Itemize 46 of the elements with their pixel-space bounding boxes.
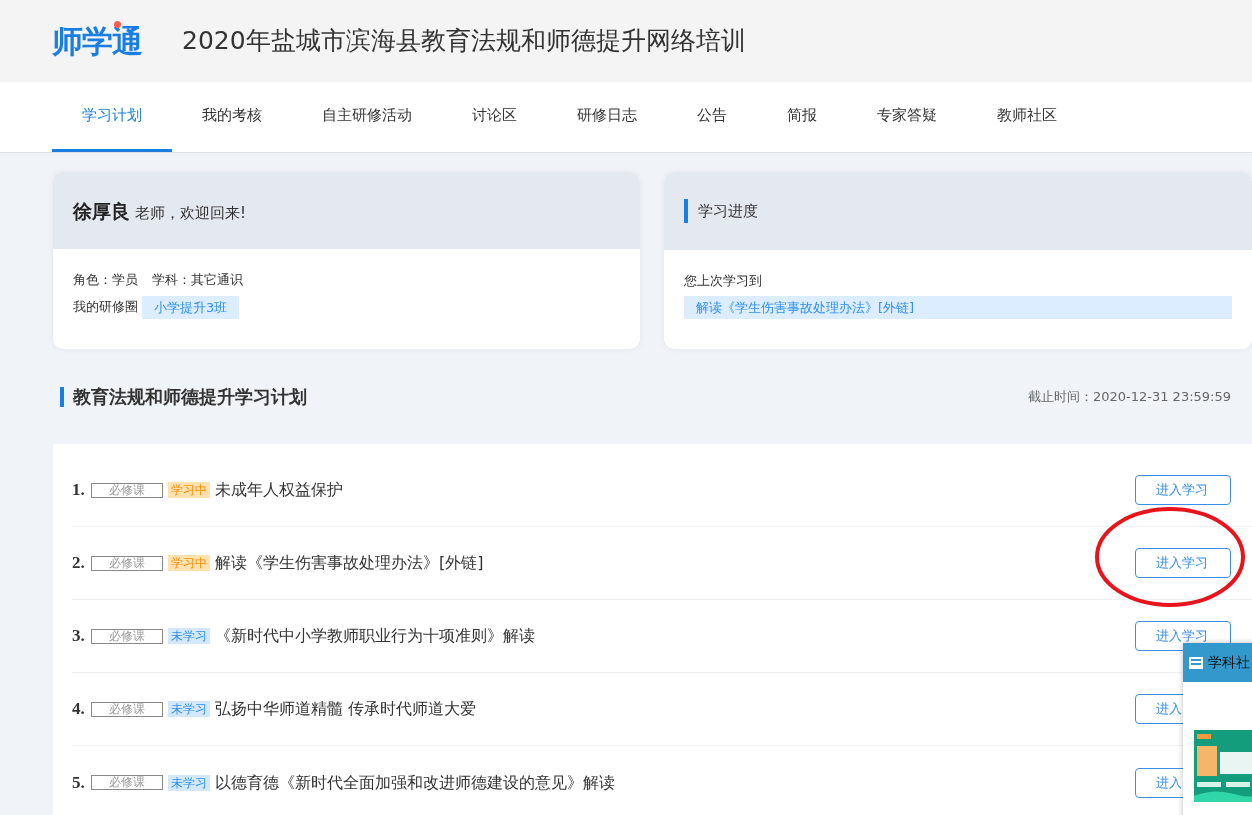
status-tag: 未学习 <box>168 701 210 717</box>
nav-tab[interactable]: 讨论区 <box>442 82 547 152</box>
row-number: 2. <box>72 552 86 575</box>
nav-tab[interactable]: 公告 <box>667 82 757 152</box>
title-bar-mark <box>684 199 688 223</box>
nav-tab[interactable]: 我的考核 <box>172 82 292 152</box>
row-number: 5. <box>72 771 86 794</box>
user-name: 徐厚良 <box>73 198 130 224</box>
deadline-text: 截止时间：2020-12-31 23:59:59 <box>1027 387 1231 406</box>
role-text: 角色：学员 <box>73 271 138 289</box>
enter-study-button[interactable]: 进入学习 <box>1135 475 1231 505</box>
card-title: 学习进度 <box>698 200 758 222</box>
course-type-tag: 必修课 <box>91 701 163 717</box>
book-icon <box>1188 654 1204 671</box>
course-type-tag: 必修课 <box>91 775 163 790</box>
nav-tab[interactable]: 自主研修活动 <box>292 82 442 152</box>
status-tag: 未学习 <box>168 774 210 791</box>
welcome-text: 老师，欢迎回来! <box>135 202 246 224</box>
logo[interactable]: 师学通 <box>52 17 142 65</box>
course-title[interactable]: 以德育德《新时代全面加强和改进师德建设的意见》解读 <box>215 770 615 795</box>
course-type-tag: 必修课 <box>91 628 163 644</box>
course-title[interactable]: 《新时代中小学教师职业行为十项准则》解读 <box>215 624 535 648</box>
nav-tab[interactable]: 研修日志 <box>547 82 667 152</box>
row-number: 3. <box>72 625 86 648</box>
nav-tab[interactable]: 专家答疑 <box>847 82 967 152</box>
subject-text: 学科：其它通识 <box>152 271 243 289</box>
enter-study-button[interactable]: 进入学习 <box>1135 548 1231 578</box>
course-type-tag: 必修课 <box>91 555 163 571</box>
section-title: 教育法规和师德提升学习计划 <box>73 385 307 409</box>
nav-tab[interactable]: 教师社区 <box>967 82 1087 152</box>
row-number: 4. <box>72 698 86 721</box>
status-tag: 未学习 <box>168 628 210 644</box>
course-title[interactable]: 弘扬中华师道精髓 传承时代师道大爱 <box>215 697 477 721</box>
popup-title: 学科社 <box>1208 653 1250 672</box>
course-type-tag: 必修课 <box>91 482 163 498</box>
course-title[interactable]: 未成年人权益保护 <box>215 478 343 502</box>
circle-label: 我的研修圈 <box>73 298 138 317</box>
status-tag: 学习中 <box>168 555 210 571</box>
last-study-label: 您上次学习到 <box>684 272 763 290</box>
page-title: 2020年盐城市滨海县教育法规和师德提升网络培训 <box>182 25 746 58</box>
row-number: 1. <box>72 479 86 502</box>
section-mark <box>60 386 64 407</box>
status-tag: 学习中 <box>168 482 210 498</box>
course-title[interactable]: 解读《学生伤害事故处理办法》[外链] <box>215 551 484 575</box>
nav-tab[interactable]: 学习计划 <box>52 82 172 152</box>
nav-tab[interactable]: 简报 <box>757 82 847 152</box>
